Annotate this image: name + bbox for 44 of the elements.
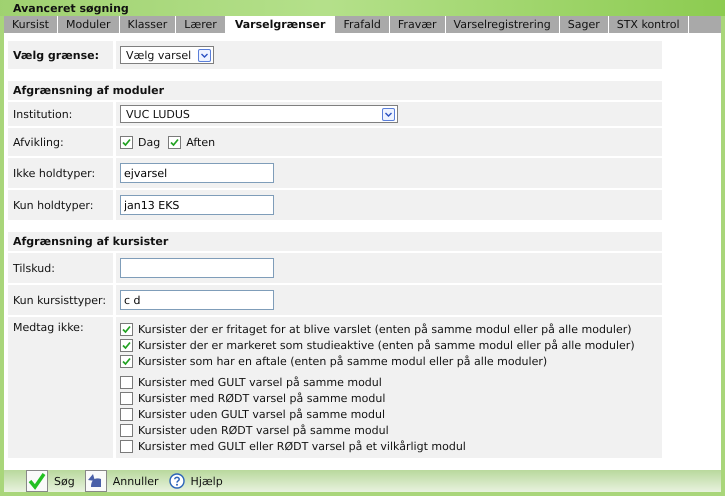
field-label: Afvikling: [13,136,64,148]
checkbox-label: Kursister med GULT varsel på samme modul [138,376,382,388]
input-field[interactable] [120,258,274,278]
checkbox-label: Kursister der er fritaget for at blive varslet (enten på samme modul eller på alle moduler) [138,322,632,336]
checkbox-label: Dag [138,136,160,148]
search-button[interactable]: Søg [26,470,75,492]
section-heading: Afgrænsning af moduler [13,84,164,97]
help-button[interactable]: Hjælp [168,473,223,489]
checkbox[interactable] [120,354,133,368]
input-field[interactable]: jan13 EKS [120,195,274,215]
checkbox[interactable] [120,392,133,404]
field-label: Tilskud: [13,262,55,274]
checkbox[interactable] [120,440,133,452]
checkbox[interactable] [120,136,133,148]
field-label: Kun holdtyper: [13,198,94,212]
input-field[interactable]: c d [120,290,274,310]
dropdown-icon [198,48,211,62]
field-label: Vælg grænse: [13,48,99,62]
field-label: Institution: [13,108,72,120]
field-label: Kun kursisttyper: [13,294,106,306]
checkbox-label: Kursister uden RØDT varsel på samme modul [138,424,389,436]
tab[interactable]: Varselgrænser [226,16,336,33]
checkbox-label: Kursister der er markeret som studieaktive (enten på samme modul eller på alle moduler) [138,338,635,352]
checkbox[interactable] [120,338,133,352]
checkbox[interactable] [168,136,182,148]
checkbox-label: Kursister med RØDT varsel på samme modul [138,392,386,404]
section-heading: Afgrænsning af kursister [13,235,168,248]
input-field[interactable]: ejvarsel [120,163,274,183]
institution-select[interactable]: VUC LUDUS [120,105,398,123]
checkbox[interactable] [120,322,133,336]
checkbox-label: Aften [186,136,216,148]
checkbox-label: Kursister med GULT eller RØDT varsel på et vilkårligt modul [138,440,466,452]
checkbox[interactable] [120,376,133,388]
limit-select[interactable]: Vælg varsel [120,46,214,64]
checkbox[interactable] [120,424,133,436]
window-title: Avanceret søgning [13,2,129,14]
checkbox[interactable] [120,408,133,420]
cancel-button[interactable]: Annuller [84,470,159,492]
help-icon [168,473,185,489]
field-label: Ikke holdtyper: [13,166,96,180]
dropdown-icon [382,108,395,120]
checkbox-label: Kursister som har en aftale (enten på samme modul eller på alle moduler) [138,354,548,368]
checkbox-label: Kursister uden GULT varsel på samme modul [138,408,386,420]
field-label: Medtag ikke: [13,321,84,334]
